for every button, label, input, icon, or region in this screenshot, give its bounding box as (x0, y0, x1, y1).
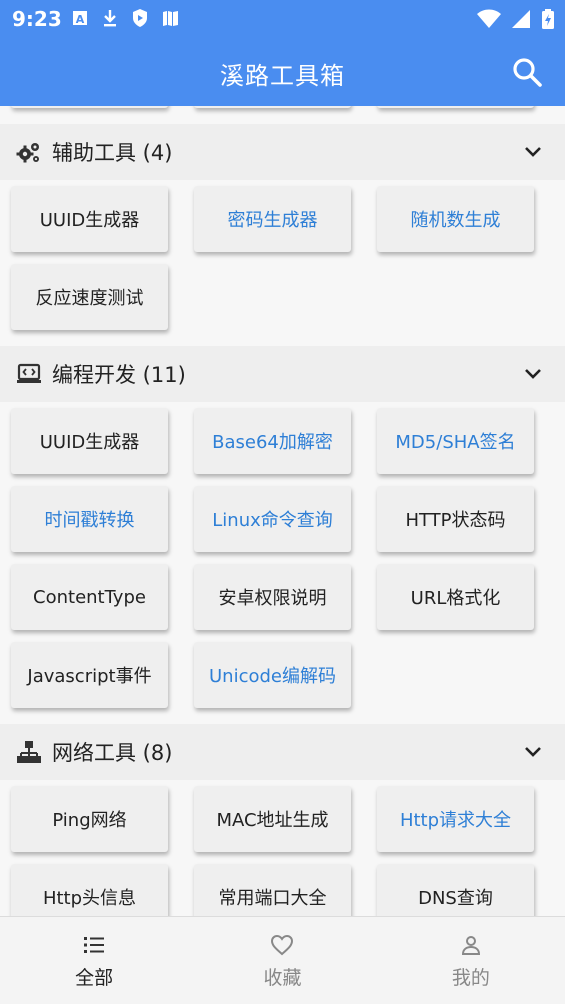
list-icon (84, 937, 105, 953)
chevron-down-icon[interactable] (523, 143, 543, 161)
tool-card-url[interactable]: URL格式化 (377, 564, 534, 630)
tool-card-mac[interactable]: MAC地址生成 (194, 786, 351, 852)
gears-icon (16, 143, 39, 163)
app-a-icon: A (73, 11, 87, 26)
tool-card-random[interactable]: 随机数生成 (377, 186, 534, 252)
signal-icon (512, 10, 530, 28)
book-icon (163, 11, 178, 26)
person-icon (461, 936, 480, 955)
tool-card-ports[interactable]: 常用端口大全 (194, 864, 351, 916)
tool-card-uuid[interactable]: UUID生成器 (11, 408, 168, 474)
status-notification-icons: A (72, 8, 180, 28)
tool-grid-assist: UUID生成器 密码生成器 随机数生成 反应速度测试 (0, 180, 565, 338)
tool-grid-partial (0, 106, 565, 116)
shield-icon (133, 9, 147, 27)
network-icon (17, 741, 41, 763)
tool-card-unicode[interactable]: Unicode编解码 (194, 642, 351, 708)
section-title: 辅助工具 (4) (52, 141, 173, 165)
tool-card-http-headers[interactable]: Http头信息 (11, 864, 168, 916)
tool-list[interactable]: 辅助工具 (4) UUID生成器 密码生成器 随机数生成 反应速度测试 编程开发… (0, 106, 565, 916)
nav-mine[interactable]: 我的 (377, 917, 565, 1004)
nav-label: 我的 (451, 967, 490, 989)
chevron-down-icon[interactable] (523, 365, 543, 383)
tool-card-dns[interactable]: DNS查询 (377, 864, 534, 916)
heart-icon (271, 934, 294, 956)
search-icon[interactable] (511, 56, 543, 88)
section-header-assist[interactable]: 辅助工具 (4) (0, 124, 565, 180)
tool-card-password[interactable]: 密码生成器 (194, 186, 351, 252)
tool-card-android-perm[interactable]: 安卓权限说明 (194, 564, 351, 630)
bottom-nav: 全部 收藏 我的 (0, 916, 565, 1004)
tool-card-http-status[interactable]: HTTP状态码 (377, 486, 534, 552)
tool-card-js-events[interactable]: Javascript事件 (11, 642, 168, 708)
status-bar: 9:23 A (0, 0, 565, 38)
battery-icon (542, 9, 554, 29)
tool-card[interactable] (377, 106, 534, 108)
tool-grid-network: Ping网络 MAC地址生成 Http请求大全 Http头信息 常用端口大全 D… (0, 780, 565, 916)
tool-card-md5[interactable]: MD5/SHA签名 (377, 408, 534, 474)
laptop-code-icon (17, 363, 41, 383)
tool-card-ping[interactable]: Ping网络 (11, 786, 168, 852)
tool-card[interactable] (11, 106, 168, 108)
section-title: 网络工具 (8) (52, 741, 173, 765)
tool-card-timestamp[interactable]: 时间戳转换 (11, 486, 168, 552)
tool-card-uuid[interactable]: UUID生成器 (11, 186, 168, 252)
tool-card-contenttype[interactable]: ContentType (11, 564, 168, 630)
section-header-network[interactable]: 网络工具 (8) (0, 724, 565, 780)
section-header-dev[interactable]: 编程开发 (11) (0, 346, 565, 402)
nav-label: 全部 (75, 967, 114, 989)
section-title: 编程开发 (11) (52, 363, 186, 387)
app-title: 溪路工具箱 (220, 62, 345, 90)
nav-all[interactable]: 全部 (0, 917, 188, 1004)
tool-card-http-requests[interactable]: Http请求大全 (377, 786, 534, 852)
status-time: 9:23 (12, 7, 62, 31)
tool-grid-dev: UUID生成器 Base64加解密 MD5/SHA签名 时间戳转换 Linux命… (0, 402, 565, 716)
download-icon (104, 10, 116, 27)
tool-card-reaction[interactable]: 反应速度测试 (11, 264, 168, 330)
chevron-down-icon[interactable] (523, 743, 543, 761)
tool-card-base64[interactable]: Base64加解密 (194, 408, 351, 474)
app-bar: 溪路工具箱 (0, 38, 565, 106)
tool-card-linux[interactable]: Linux命令查询 (194, 486, 351, 552)
nav-favorites[interactable]: 收藏 (188, 917, 376, 1004)
nav-label: 收藏 (263, 967, 302, 989)
tool-card[interactable] (194, 106, 351, 108)
svg-text:A: A (76, 13, 85, 26)
status-system-icons (477, 8, 555, 30)
wifi-icon (477, 9, 501, 28)
